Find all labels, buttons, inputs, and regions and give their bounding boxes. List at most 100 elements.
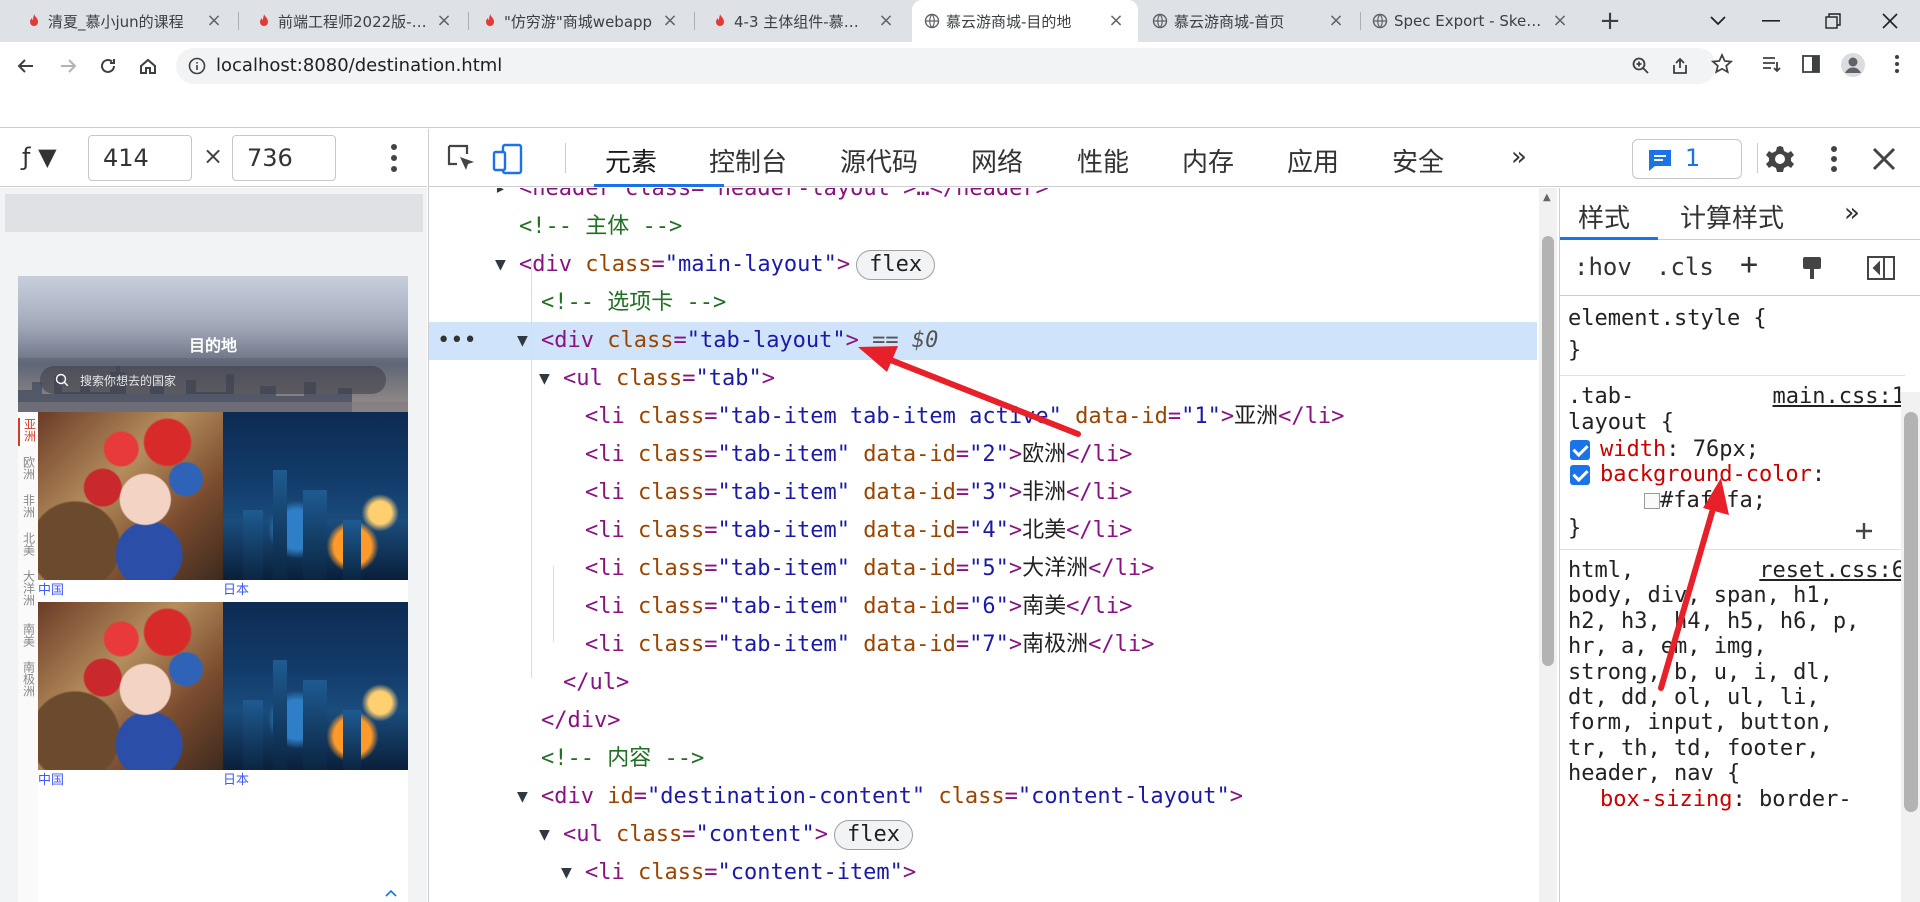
- info-icon[interactable]: [188, 57, 206, 75]
- tab-performance[interactable]: 性能: [1077, 142, 1129, 179]
- card-caption[interactable]: 中国: [38, 580, 223, 602]
- region-tab-item[interactable]: 非洲: [18, 494, 38, 522]
- flex-badge[interactable]: flex: [833, 820, 913, 850]
- add-property-icon[interactable]: [1854, 521, 1874, 541]
- devtools-menu-icon[interactable]: [1817, 142, 1851, 176]
- property-checkbox[interactable]: [1570, 465, 1590, 485]
- expand-triangle[interactable]: ▼: [517, 778, 528, 816]
- toggle-sidebar-icon[interactable]: [1866, 254, 1896, 282]
- address-bar[interactable]: localhost:8080/destination.html: [176, 48, 1716, 84]
- card-caption[interactable]: 中国: [38, 770, 223, 792]
- flex-badge[interactable]: flex: [856, 250, 936, 280]
- bookmark-star-icon[interactable]: [1711, 53, 1733, 75]
- inspect-element-icon[interactable]: [445, 142, 479, 176]
- tab-memory[interactable]: 内存: [1182, 142, 1234, 179]
- new-rule-button[interactable]: +: [1740, 247, 1758, 282]
- dom-node[interactable]: <!-- 主体 -->: [429, 208, 1537, 246]
- style-value[interactable]: #fafafa;: [1644, 488, 1766, 513]
- tab-application[interactable]: 应用: [1287, 142, 1339, 179]
- card-caption[interactable]: 日本: [223, 580, 408, 602]
- dom-node[interactable]: <!-- 内容 -->: [429, 740, 1537, 778]
- dom-node-selected[interactable]: ••• ▼ <div class="tab-layout"> == $0: [429, 322, 1537, 360]
- expand-triangle[interactable]: ▼: [539, 816, 550, 854]
- browser-tab[interactable]: 慕云游商城-目的地 ×: [912, 0, 1138, 42]
- close-tab-button[interactable]: ×: [1552, 12, 1568, 30]
- region-tab-item[interactable]: 北美: [18, 532, 38, 560]
- region-tab-item[interactable]: 亚洲: [18, 418, 38, 446]
- expand-triangle[interactable]: ▸: [495, 188, 506, 208]
- tab-sources[interactable]: 源代码: [840, 142, 918, 179]
- settings-gear-icon[interactable]: [1763, 142, 1797, 176]
- url-text[interactable]: localhost:8080/destination.html: [216, 55, 502, 76]
- dom-node[interactable]: ▼ <li class="content-item">: [429, 854, 1537, 892]
- close-tab-button[interactable]: ×: [206, 12, 222, 30]
- device-width-input[interactable]: 414: [88, 135, 192, 181]
- restore-icon[interactable]: [1803, 0, 1863, 42]
- destination-card[interactable]: 中国: [38, 602, 223, 792]
- dom-node[interactable]: ▼ <ul class="tab">: [429, 360, 1537, 398]
- tab-console[interactable]: 控制台: [709, 142, 787, 179]
- browser-tab[interactable]: 前端工程师2022版-慕课网 ×: [244, 0, 466, 42]
- dom-node[interactable]: </ul>: [429, 664, 1537, 702]
- profile-avatar-icon[interactable]: [1840, 52, 1866, 78]
- dom-node[interactable]: </div>: [429, 702, 1537, 740]
- reload-button[interactable]: [92, 50, 124, 82]
- minimize-icon[interactable]: [1741, 0, 1801, 42]
- close-tab-button[interactable]: ×: [436, 12, 452, 30]
- home-button[interactable]: [132, 50, 164, 82]
- issues-button[interactable]: 1: [1632, 139, 1742, 179]
- browser-tab[interactable]: "仿穷游"商城webapp ×: [470, 0, 692, 42]
- forward-button[interactable]: [52, 50, 84, 82]
- styles-scrollbar[interactable]: [1901, 392, 1920, 902]
- chevron-up-icon[interactable]: [384, 888, 398, 898]
- browser-tab[interactable]: 慕云游商城-首页 ×: [1140, 0, 1358, 42]
- close-tab-button[interactable]: ×: [878, 12, 894, 30]
- source-link-reset-css[interactable]: reset.css:6: [1759, 558, 1905, 583]
- scrollbar-thumb[interactable]: [1904, 412, 1918, 812]
- browser-tab[interactable]: 清夏_慕小jun的课程 ×: [14, 0, 236, 42]
- tab-layout-rule[interactable]: .tab- layout { main.css:1 width: 76px; b…: [1560, 378, 1905, 550]
- cls-button[interactable]: .cls: [1656, 253, 1714, 281]
- region-tab-item[interactable]: 南美: [18, 623, 38, 651]
- paint-bucket-icon[interactable]: [1798, 254, 1826, 282]
- browser-tab[interactable]: 4-3 主体组件-慕课网 ×: [700, 0, 908, 42]
- dom-node[interactable]: ▸ <header class="header-layout">…</header…: [429, 188, 1537, 208]
- elements-scrollbar[interactable]: ▲: [1539, 188, 1557, 902]
- device-toggle-icon[interactable]: [491, 142, 525, 176]
- device-height-input[interactable]: 736: [232, 135, 336, 181]
- tab-network[interactable]: 网络: [971, 142, 1023, 179]
- device-mode-dropdown[interactable]: ƒ ▼: [22, 143, 57, 171]
- expand-triangle[interactable]: ▼: [517, 322, 528, 360]
- tab-computed[interactable]: 计算样式: [1680, 198, 1784, 235]
- expand-triangle[interactable]: ▼: [539, 360, 550, 398]
- hov-button[interactable]: :hov: [1574, 253, 1632, 281]
- style-property[interactable]: width: 76px;: [1600, 437, 1759, 462]
- dom-node[interactable]: <li class="tab-item" data-id="3">非洲</li>: [429, 474, 1537, 512]
- region-tab-item[interactable]: 大洋洲: [18, 570, 38, 610]
- close-tab-button[interactable]: ×: [1328, 12, 1344, 30]
- browser-tab[interactable]: Spec Export - Sketch ×: [1360, 0, 1582, 42]
- style-property[interactable]: background-color:: [1600, 462, 1825, 487]
- search-input[interactable]: 搜索你想去的国家: [40, 366, 386, 394]
- tab-security[interactable]: 安全: [1392, 142, 1444, 179]
- back-button[interactable]: [10, 50, 42, 82]
- property-checkbox[interactable]: [1570, 440, 1590, 460]
- expand-triangle[interactable]: ▼: [495, 246, 506, 284]
- dom-node[interactable]: <li class="tab-item" data-id="4">北美</li>: [429, 512, 1537, 550]
- dom-node[interactable]: <li class="tab-item" data-id="7">南极洲</li…: [429, 626, 1537, 664]
- reading-list-icon[interactable]: [1760, 53, 1782, 75]
- device-more-icon[interactable]: [388, 141, 400, 175]
- element-style-rule[interactable]: element.style { }: [1560, 296, 1905, 376]
- close-tab-button[interactable]: ×: [662, 12, 678, 30]
- dom-node[interactable]: <li class="tab-item" data-id="5">大洋洲</li…: [429, 550, 1537, 588]
- chevron-down-icon[interactable]: [1688, 0, 1748, 42]
- side-panel-icon[interactable]: [1800, 53, 1822, 75]
- tab-styles[interactable]: 样式: [1578, 198, 1630, 235]
- card-caption[interactable]: 日本: [223, 770, 408, 792]
- destination-card[interactable]: 日本: [223, 412, 408, 602]
- zoom-icon[interactable]: [1631, 56, 1651, 76]
- more-tabs-button[interactable]: »: [1511, 142, 1527, 172]
- color-swatch[interactable]: [1644, 493, 1660, 509]
- dom-node[interactable]: <li class="tab-item" data-id="2">欧洲</li>: [429, 436, 1537, 474]
- new-tab-button[interactable]: +: [1596, 8, 1624, 36]
